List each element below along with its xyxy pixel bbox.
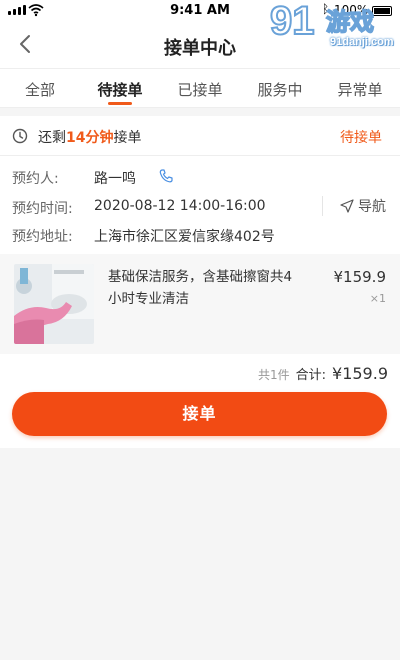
product-price: ¥159.9 [333, 268, 387, 286]
clock-icon [12, 128, 28, 144]
countdown-text: 还剩14分钟接单 [38, 130, 142, 146]
accept-order-button[interactable]: 接单 [12, 392, 387, 436]
svg-text:91: 91 [270, 0, 315, 40]
navigate-label: 导航 [358, 199, 386, 215]
customer-name: 路一鸣 [94, 171, 136, 187]
customer-label: 预约人: [12, 171, 59, 187]
customer-row: 预约人: 路一鸣 [12, 168, 173, 188]
tab-accepted[interactable]: 已接单 [160, 69, 240, 107]
product-item[interactable]: 基础保洁服务，含基础擦窗共4小时专业清洁 ¥159.9 ×1 [0, 254, 400, 354]
tab-in-service[interactable]: 服务中 [240, 69, 320, 107]
product-thumbnail [14, 264, 94, 344]
product-name: 基础保洁服务，含基础擦窗共4小时专业清洁 [108, 269, 293, 307]
navigate-button[interactable]: 导航 [340, 196, 386, 216]
watermark-text: 91danji.com [330, 36, 394, 48]
order-card: 还剩14分钟接单 待接单 预约人: 路一鸣 预约时间: 2020-08-12 1… [0, 116, 400, 256]
tab-pending[interactable]: 待接单 [80, 69, 160, 107]
address-row: 预约地址: 上海市徐汇区爱信家缘402号 [12, 226, 275, 246]
time-label: 预约时间: [12, 201, 73, 217]
svg-text:游戏: 游戏 [326, 8, 374, 36]
time-value: 2020-08-12 14:00-16:00 [94, 198, 266, 214]
product-quantity: ×1 [369, 292, 386, 305]
time-row: 预约时间: 2020-08-12 14:00-16:00 [12, 198, 266, 218]
address-value: 上海市徐汇区爱信家缘402号 [94, 229, 275, 245]
order-tabs: 全部 待接单 已接单 服务中 异常单 [0, 68, 400, 108]
total-line: 共1件 合计: ¥159.9 [258, 364, 388, 383]
phone-icon[interactable] [158, 168, 174, 184]
watermark-logo: 91 游戏 91danji.com [268, 0, 400, 54]
status-badge: 待接单 [340, 130, 382, 146]
item-count: 共1件 [257, 368, 290, 382]
order-info: 预约人: 路一鸣 预约时间: 2020-08-12 14:00-16:00 导航… [0, 156, 400, 256]
divider [322, 196, 323, 216]
watermark-91-icon: 91 游戏 [269, 0, 375, 44]
tab-abnormal[interactable]: 异常单 [320, 69, 400, 107]
order-card-header: 还剩14分钟接单 待接单 [0, 116, 400, 156]
total-label: 合计: [295, 368, 327, 383]
tab-all[interactable]: 全部 [0, 69, 80, 107]
order-footer: 共1件 合计: ¥159.9 接单 [0, 354, 400, 448]
countdown-value: 14分钟 [66, 130, 114, 146]
address-label: 预约地址: [12, 229, 73, 245]
total-value: ¥159.9 [332, 364, 388, 383]
navigation-arrow-icon [340, 199, 354, 213]
